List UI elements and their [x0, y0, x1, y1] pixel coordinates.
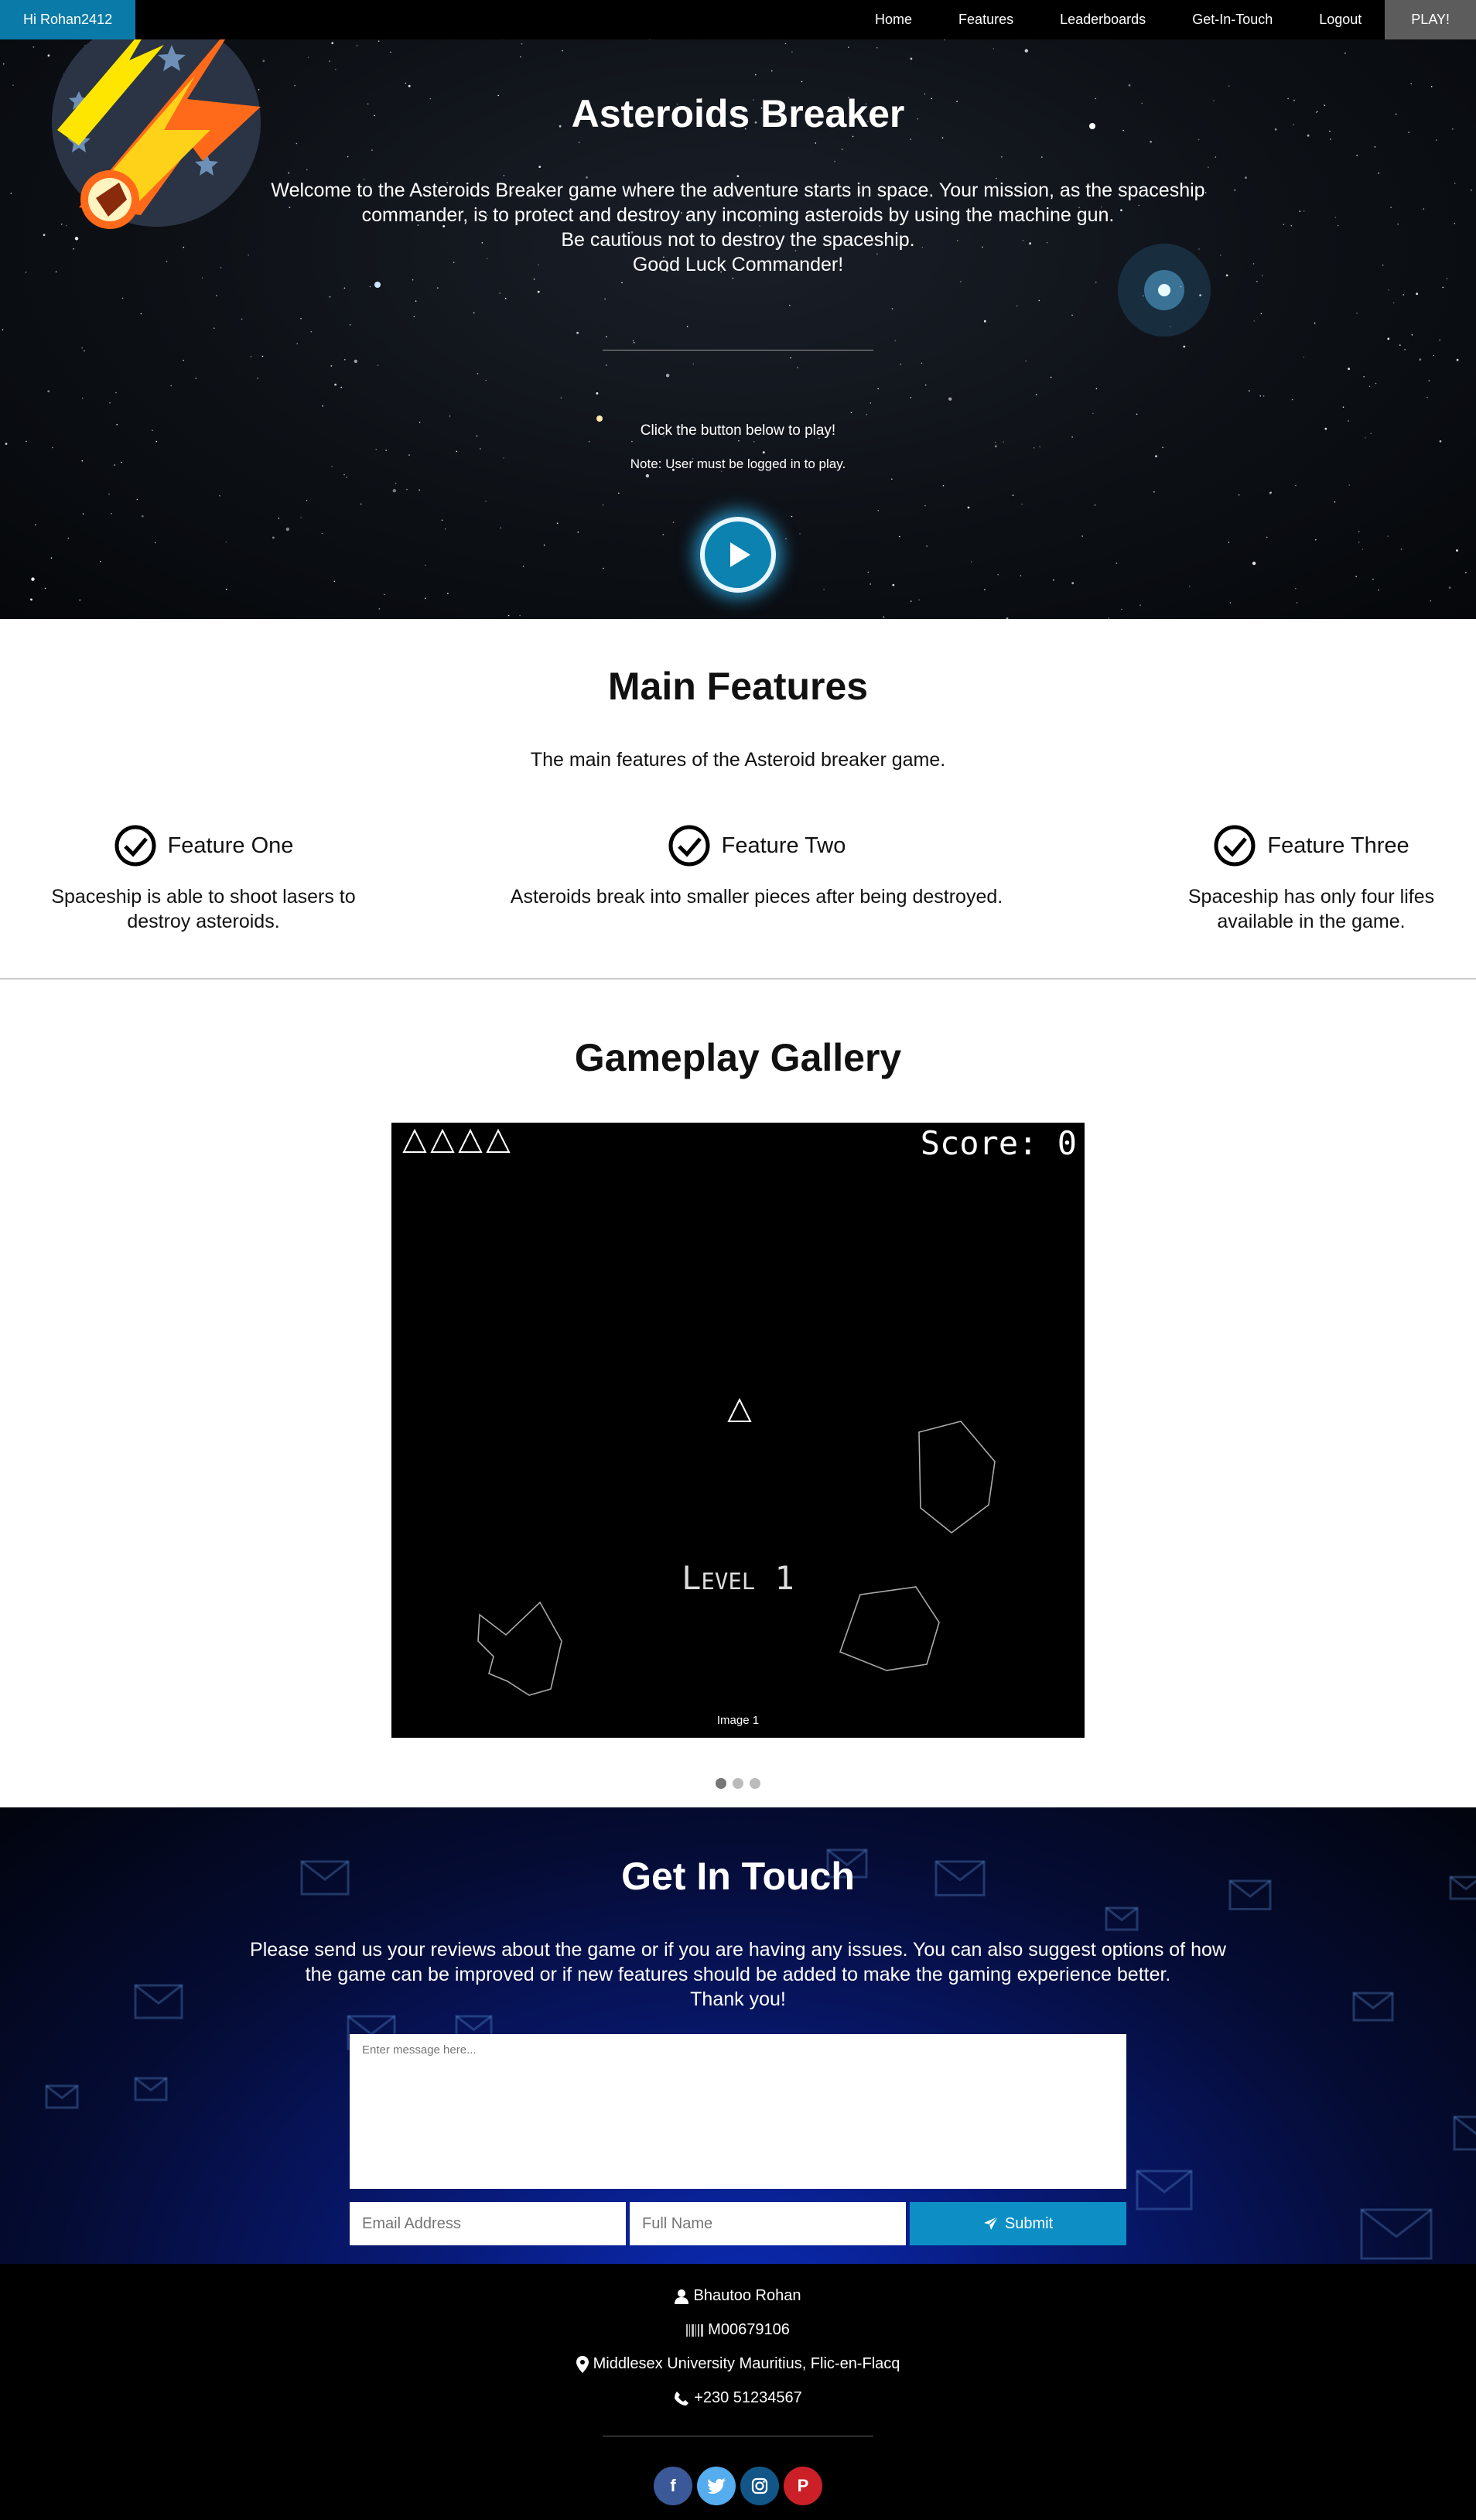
full-name-field[interactable]	[630, 2202, 906, 2245]
feature-title: Feature One	[167, 833, 294, 858]
check-circle-icon	[114, 825, 156, 867]
feature-title: Feature Three	[1267, 833, 1409, 858]
user-icon	[675, 2289, 689, 2304]
contact-message-line: the game can be improved or if new featu…	[305, 1964, 1171, 1985]
features-section: Main Features The main features of the A…	[0, 619, 1476, 980]
nav-link-logout[interactable]: Logout	[1296, 0, 1385, 39]
map-marker-icon	[576, 2355, 589, 2373]
email-field[interactable]	[350, 2202, 626, 2245]
message-textarea[interactable]	[350, 2034, 1126, 2189]
user-greeting[interactable]: Hi Rohan2412	[0, 0, 136, 39]
game-scene	[477, 1397, 996, 1696]
features-title: Main Features	[607, 665, 869, 708]
carousel-dot-2[interactable]	[733, 1778, 743, 1789]
carousel-dot-3[interactable]	[750, 1778, 760, 1789]
barcode-icon	[686, 2323, 704, 2337]
hero-title: Asteroids Breaker	[571, 92, 905, 135]
contact-title: Get In Touch	[621, 1855, 855, 1898]
slide-caption: Image 1	[716, 1714, 760, 1727]
footer-name: Bhautoo Rohan	[693, 2287, 801, 2304]
pinterest-icon[interactable]: P	[784, 2467, 822, 2505]
instagram-icon[interactable]	[740, 2467, 779, 2505]
social-links: f P	[0, 2467, 1476, 2505]
top-navbar: Hi Rohan2412 Home Features Leaderboards …	[0, 0, 1476, 39]
features-subtitle: The main features of the Asteroid breake…	[530, 749, 946, 771]
play-icon	[730, 542, 750, 567]
submit-label: Submit	[1004, 2214, 1054, 2232]
feature-title: Feature Two	[721, 833, 846, 858]
feature-description-line: destroy asteroids.	[127, 911, 280, 932]
hero-note-text: Note: User must be logged in to play.	[630, 456, 846, 471]
feature-description: Asteroids break into smaller pieces afte…	[472, 884, 1041, 909]
contact-message-line: Thank you!	[690, 1988, 786, 2010]
carousel-dot-1[interactable]	[716, 1778, 726, 1789]
hero-intro: Welcome to the Asteroids Breaker game wh…	[0, 178, 1476, 277]
nav-link-features[interactable]: Features	[935, 0, 1037, 39]
facebook-icon[interactable]: f	[654, 2467, 692, 2505]
footer-address: Middlesex University Mauritius, Flic-en-…	[593, 2355, 900, 2372]
hero-intro-line: Good Luck Commander!	[632, 254, 844, 275]
feature-description-line: Spaceship has only four lifes	[1187, 886, 1435, 908]
feature-description: Spaceship has only four lifes available …	[1145, 884, 1476, 934]
feature-description: Spaceship is able to shoot lasers to des…	[31, 884, 376, 934]
carousel-indicators	[0, 1778, 1476, 1789]
twitter-icon[interactable]	[697, 2467, 736, 2505]
feature-card-two: Feature Two Asteroids break into smaller…	[472, 824, 1041, 909]
contact-message: Please send us your reviews about the ga…	[0, 1937, 1476, 2012]
gallery-section: Gameplay Gallery Score: 0 Level 1 Image …	[0, 980, 1476, 1807]
submit-button[interactable]: Submit	[910, 2202, 1126, 2245]
feature-card-three: Feature Three Spaceship has only four li…	[1145, 824, 1476, 934]
play-game-button[interactable]	[700, 517, 776, 593]
footer: Bhautoo Rohan M00679106 Middlesex Univer…	[0, 2264, 1476, 2520]
hero-intro-line: Welcome to the Asteroids Breaker game wh…	[271, 180, 1205, 201]
contact-section: Get In Touch Please send us your reviews…	[0, 1807, 1476, 2264]
nav-link-get-in-touch[interactable]: Get-In-Touch	[1169, 0, 1296, 39]
nav-link-leaderboards[interactable]: Leaderboards	[1037, 0, 1169, 39]
phone-icon	[675, 2391, 689, 2405]
hero-click-text: Click the button below to play!	[640, 422, 836, 439]
gallery-slide[interactable]: Score: 0 Level 1 Image 1	[391, 1123, 1085, 1738]
gallery-title: Gameplay Gallery	[574, 1036, 902, 1079]
feature-description-line: Spaceship is able to shoot lasers to	[51, 886, 356, 908]
nav-play-button[interactable]: PLAY!	[1385, 0, 1476, 39]
nav-links: Home Features Leaderboards Get-In-Touch …	[852, 0, 1476, 39]
paper-plane-icon	[983, 2216, 999, 2230]
contact-message-line: Please send us your reviews about the ga…	[250, 1939, 1226, 1961]
hero-intro-line: Be cautious not to destroy the spaceship…	[561, 229, 915, 251]
feature-description-line: available in the game.	[1217, 911, 1406, 932]
hero-section: Asteroids Breaker Welcome to the Asteroi…	[0, 0, 1476, 619]
feature-card-one: Feature One Spaceship is able to shoot l…	[31, 824, 376, 934]
hero-intro-line: commander, is to protect and destroy any…	[361, 204, 1115, 226]
nav-link-home[interactable]: Home	[852, 0, 935, 39]
check-circle-icon	[668, 825, 710, 867]
feature-description-line: Asteroids break into smaller pieces afte…	[510, 886, 1003, 908]
footer-phone: +230 51234567	[694, 2389, 802, 2406]
footer-student-id: M00679106	[708, 2321, 790, 2338]
game-level: Level 1	[682, 1559, 794, 1597]
check-circle-icon	[1214, 825, 1256, 867]
